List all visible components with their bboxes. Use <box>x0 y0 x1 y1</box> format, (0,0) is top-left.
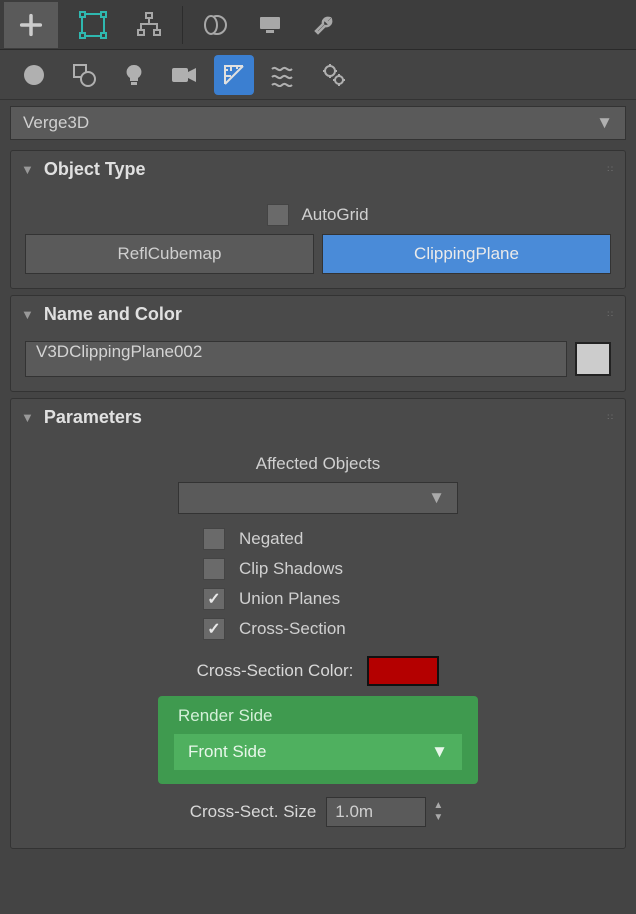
transform-tool-icon[interactable] <box>66 2 120 48</box>
collapse-caret-icon: ▼ <box>21 410 34 425</box>
panel-header[interactable]: ▼ Parameters ∷ <box>11 399 625 438</box>
panel-title: Parameters <box>44 407 142 428</box>
object-color-swatch[interactable] <box>575 342 611 376</box>
dropdown-label: Verge3D <box>23 113 89 133</box>
cross-section-color-swatch[interactable] <box>367 656 439 686</box>
spinner-up-icon[interactable]: ▲ <box>430 800 446 812</box>
systems-category-icon[interactable] <box>314 55 354 95</box>
parameters-panel: ▼ Parameters ∷ Affected Objects ▼ Negate… <box>10 398 626 849</box>
hierarchy-tool-icon[interactable] <box>122 2 176 48</box>
negated-checkbox[interactable] <box>203 528 225 550</box>
panel-title: Object Type <box>44 159 146 180</box>
collapse-caret-icon: ▼ <box>21 162 34 177</box>
autogrid-label: AutoGrid <box>301 205 368 225</box>
spacewarp-category-icon[interactable] <box>264 55 304 95</box>
negated-label: Negated <box>239 529 303 549</box>
clip-shadows-checkbox[interactable] <box>203 558 225 580</box>
category-toolbar <box>0 50 636 100</box>
add-button[interactable] <box>4 2 58 48</box>
object-category-dropdown[interactable]: Verge3D ▼ <box>10 106 626 140</box>
chevron-down-icon: ▼ <box>431 742 448 762</box>
cross-section-color-label: Cross-Section Color: <box>197 661 354 681</box>
helper-category-icon[interactable] <box>214 55 254 95</box>
cross-section-checkbox[interactable] <box>203 618 225 640</box>
object-type-panel: ▼ Object Type ∷ AutoGrid ReflCubemap Cli… <box>10 150 626 289</box>
drag-handle-icon[interactable]: ∷ <box>607 164 615 175</box>
camera-category-icon[interactable] <box>164 55 204 95</box>
sphere-tool-icon[interactable] <box>187 2 241 48</box>
autogrid-checkbox[interactable] <box>267 204 289 226</box>
spinner-down-icon[interactable]: ▼ <box>430 812 446 824</box>
union-planes-checkbox[interactable] <box>203 588 225 610</box>
object-name-input[interactable]: V3DClippingPlane002 <box>25 341 567 377</box>
spinner-value[interactable]: 1.0m <box>326 797 426 827</box>
monitor-tool-icon[interactable] <box>243 2 297 48</box>
cross-section-label: Cross-Section <box>239 619 346 639</box>
collapse-caret-icon: ▼ <box>21 307 34 322</box>
chevron-down-icon: ▼ <box>596 113 613 133</box>
clippingplane-button[interactable]: ClippingPlane <box>322 234 611 274</box>
toolbar-separator <box>182 6 183 44</box>
top-tool-toolbar <box>0 0 636 50</box>
shapes-category-icon[interactable] <box>64 55 104 95</box>
render-side-label: Render Side <box>174 706 462 726</box>
cross-sect-size-label: Cross-Sect. Size <box>190 802 317 822</box>
name-color-panel: ▼ Name and Color ∷ V3DClippingPlane002 <box>10 295 626 392</box>
panel-header[interactable]: ▼ Name and Color ∷ <box>11 296 625 335</box>
union-planes-label: Union Planes <box>239 589 340 609</box>
render-side-dropdown[interactable]: Front Side ▼ <box>174 734 462 770</box>
panel-title: Name and Color <box>44 304 182 325</box>
light-category-icon[interactable] <box>114 55 154 95</box>
wrench-tool-icon[interactable] <box>299 2 353 48</box>
affected-objects-dropdown[interactable]: ▼ <box>178 482 458 514</box>
cross-sect-size-spinner[interactable]: 1.0m ▲ ▼ <box>326 796 446 828</box>
drag-handle-icon[interactable]: ∷ <box>607 309 615 320</box>
render-side-group: Render Side Front Side ▼ <box>158 696 478 784</box>
clip-shadows-label: Clip Shadows <box>239 559 343 579</box>
render-side-value: Front Side <box>188 742 266 762</box>
panel-header[interactable]: ▼ Object Type ∷ <box>11 151 625 190</box>
drag-handle-icon[interactable]: ∷ <box>607 412 615 423</box>
sphere-category-icon[interactable] <box>14 55 54 95</box>
reflcubemap-button[interactable]: ReflCubemap <box>25 234 314 274</box>
chevron-down-icon: ▼ <box>428 488 445 508</box>
affected-objects-label: Affected Objects <box>25 454 611 474</box>
